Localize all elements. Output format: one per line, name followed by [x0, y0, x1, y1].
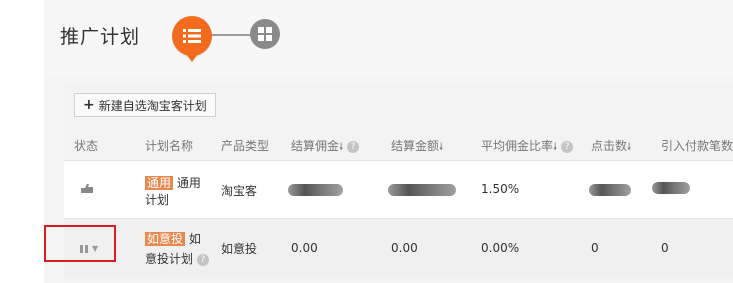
plan-name-text: 如: [188, 232, 201, 246]
clicks: 0: [591, 241, 599, 255]
settle-commission: 0.00: [291, 241, 318, 255]
sort-down-icon: 🠗: [339, 142, 344, 153]
col-settle-commission[interactable]: 结算佣金🠗 ?: [291, 137, 360, 157]
col-clicks-label: 点击数: [591, 139, 628, 153]
sort-down-icon: 🠗: [553, 142, 558, 153]
table-row[interactable]: ▼ 如意投 如 意投计划 ? 如意投 0.00 0.00 0.00% 0 0: [64, 218, 733, 277]
col-paid-orders-label: 引入付款笔数: [661, 139, 733, 153]
table-header: 状态 计划名称 产品类型 结算佣金🠗 ? 结算金额🠗 平均佣金比率🠗 ? 点击数…: [64, 130, 733, 160]
new-plan-label: 新建自选淘宝客计划: [98, 98, 207, 113]
redacted-clicks: [589, 184, 631, 196]
col-settle-amount-label: 结算金额: [391, 139, 440, 153]
plus-icon: +: [83, 97, 95, 113]
col-clicks[interactable]: 点击数🠗: [591, 137, 631, 157]
toolbar: + 新建自选淘宝客计划: [74, 93, 216, 117]
col-avg-commission-rate[interactable]: 平均佣金比率🠗 ?: [481, 137, 574, 157]
plan-name-line2-text: 意投计划: [145, 252, 194, 266]
new-plan-button[interactable]: + 新建自选淘宝客计划: [74, 93, 216, 117]
col-settle-amount[interactable]: 结算金额🠗: [391, 137, 443, 157]
page: 推广计划 + 新建自选淘宝客计划 状态 计划名称 产品类型 结算佣金🠗 ? 结算…: [0, 0, 733, 283]
col-avg-commission-rate-label: 平均佣金比率: [481, 139, 554, 153]
col-paid-orders[interactable]: 引入付款笔数: [661, 137, 733, 154]
help-icon[interactable]: ?: [561, 140, 574, 153]
col-product-type: 产品类型: [221, 139, 270, 153]
col-status: 状态: [74, 139, 99, 153]
header: 推广计划: [44, 0, 733, 78]
plan-name-line2: 计划: [145, 193, 170, 207]
col-plan-name: 计划名称: [145, 139, 194, 153]
plan-panel: + 新建自选淘宝客计划 状态 计划名称 产品类型 结算佣金🠗 ? 结算金额🠗 平…: [64, 84, 733, 283]
settle-amount: 0.00: [391, 241, 418, 255]
product-type: 淘宝客: [221, 184, 258, 198]
plan-name-cell[interactable]: 通用 通用: [145, 174, 201, 191]
help-icon[interactable]: ?: [196, 253, 209, 266]
redacted-paid-orders: [652, 182, 690, 194]
redacted-settle-commission: [288, 184, 343, 196]
highlight-box: [44, 225, 116, 262]
avg-commission-rate: 0.00%: [481, 241, 520, 255]
paid-orders: 0: [661, 241, 669, 255]
plan-name-cell[interactable]: 如意投 如: [145, 230, 201, 247]
redacted-settle-amount: [388, 184, 456, 196]
plan-name-line2: 意投计划 ?: [145, 250, 209, 267]
page-title: 推广计划: [60, 26, 141, 48]
plan-tag: 通用: [145, 176, 174, 190]
left-margin: [0, 0, 44, 283]
thumb-icon[interactable]: [80, 182, 94, 197]
plan-tag: 如意投: [145, 232, 186, 246]
step-grid[interactable]: [250, 19, 280, 49]
plan-table: 状态 计划名称 产品类型 结算佣金🠗 ? 结算金额🠗 平均佣金比率🠗 ? 点击数…: [64, 130, 733, 277]
sort-down-icon: 🠗: [627, 142, 632, 153]
avg-commission-rate: 1.50%: [481, 182, 520, 196]
list-icon: [183, 29, 201, 43]
table-row[interactable]: 通用 通用 计划 淘宝客 1.50%: [64, 160, 733, 218]
plan-name-text: 通用: [176, 176, 201, 190]
product-type: 如意投: [221, 242, 258, 256]
grid-icon: [258, 27, 272, 41]
col-settle-commission-label: 结算佣金: [291, 139, 340, 153]
help-icon[interactable]: ?: [347, 140, 360, 153]
sort-down-icon: 🠗: [439, 142, 444, 153]
step-plan-list[interactable]: [172, 16, 212, 62]
